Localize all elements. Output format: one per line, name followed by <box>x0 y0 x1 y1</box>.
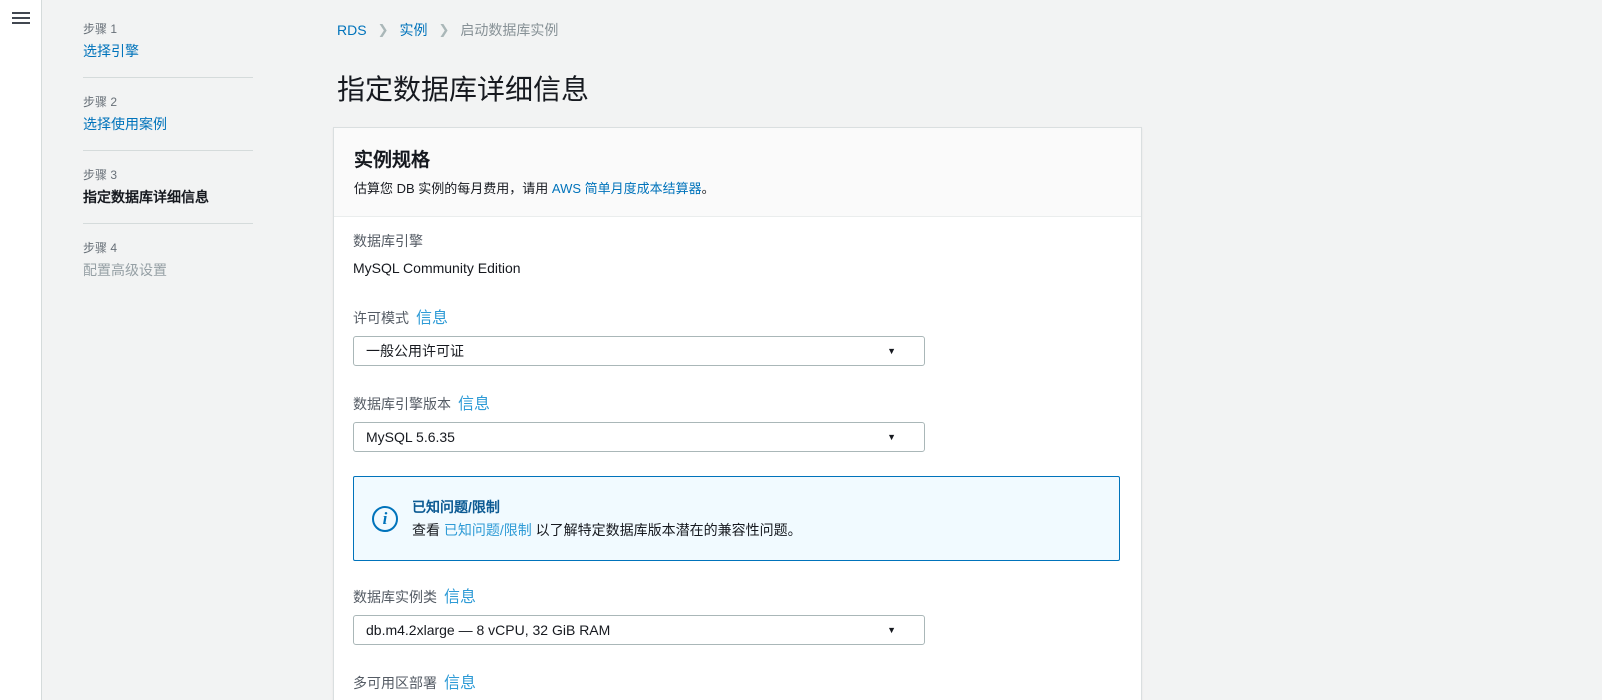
info-circle-icon: i <box>372 506 398 532</box>
breadcrumb-current: 启动数据库实例 <box>460 20 558 40</box>
chevron-right-icon: ❯ <box>378 22 389 38</box>
license-model-selected-value: 一般公用许可证 <box>366 341 464 361</box>
dropdown-arrow-icon: ▼ <box>887 346 896 356</box>
instance-class-selected-value: db.m4.2xlarge — 8 vCPU, 32 GiB RAM <box>366 622 610 638</box>
alert-text-post: 以了解特定数据库版本潜在的兼容性问题。 <box>532 522 802 538</box>
step-number-label: 步骤 4 <box>83 241 333 256</box>
breadcrumb-rds[interactable]: RDS <box>337 22 367 38</box>
dropdown-arrow-icon: ▼ <box>887 432 896 442</box>
field-multi-az: 多可用区部署 信息 在其他区域创建副本 在不同的可用区 (AZ) 中创建一个副本… <box>353 669 1122 700</box>
db-engine-value: MySQL Community Edition <box>353 258 1122 278</box>
db-engine-label: 数据库引擎 <box>353 231 423 251</box>
wizard-steps-sidebar: 步骤 1 选择引擎 步骤 2 选择使用案例 步骤 3 指定数据库详细信息 步骤 … <box>42 0 333 700</box>
breadcrumb-instances[interactable]: 实例 <box>399 20 427 40</box>
alert-text: 查看 已知问题/限制 以了解特定数据库版本潜在的兼容性问题。 <box>412 520 802 540</box>
engine-version-info-link[interactable]: 信息 <box>458 390 490 414</box>
dropdown-arrow-icon: ▼ <box>887 625 896 635</box>
license-model-select[interactable]: 一般公用许可证 ▼ <box>353 336 925 366</box>
field-db-engine: 数据库引擎 MySQL Community Edition <box>353 231 1122 278</box>
cost-calculator-link[interactable]: AWS 简单月度成本结算器 <box>552 181 702 196</box>
left-rail <box>0 0 42 700</box>
engine-version-selected-value: MySQL 5.6.35 <box>366 429 455 445</box>
wizard-step-4: 步骤 4 配置高级设置 <box>83 241 333 279</box>
engine-version-label: 数据库引擎版本 <box>353 394 451 414</box>
wizard-step-2: 步骤 2 选择使用案例 <box>83 95 333 133</box>
alert-text-pre: 查看 <box>412 522 444 538</box>
subtitle-text: 估算您 DB 实例的每月费用，请用 <box>354 181 552 196</box>
known-issues-alert: i 已知问题/限制 查看 已知问题/限制 以了解特定数据库版本潜在的兼容性问题。 <box>353 476 1120 561</box>
field-instance-class: 数据库实例类 信息 db.m4.2xlarge — 8 vCPU, 32 GiB… <box>353 583 1122 645</box>
hamburger-menu-icon[interactable] <box>12 12 30 24</box>
step-number-label: 步骤 1 <box>83 22 333 37</box>
multi-az-info-link[interactable]: 信息 <box>444 669 476 693</box>
instance-class-select[interactable]: db.m4.2xlarge — 8 vCPU, 32 GiB RAM ▼ <box>353 615 925 645</box>
card-title: 实例规格 <box>354 149 1121 172</box>
instance-class-label: 数据库实例类 <box>353 587 437 607</box>
license-info-link[interactable]: 信息 <box>416 304 448 328</box>
sidebar-item-advanced-settings: 配置高级设置 <box>83 261 333 279</box>
sidebar-item-choose-use-case[interactable]: 选择使用案例 <box>83 115 333 133</box>
card-header: 实例规格 估算您 DB 实例的每月费用，请用 AWS 简单月度成本结算器。 <box>334 128 1141 217</box>
field-license-model: 许可模式 信息 一般公用许可证 ▼ <box>353 304 1122 366</box>
step-divider <box>83 223 253 224</box>
subtitle-text: 。 <box>702 181 715 196</box>
step-number-label: 步骤 3 <box>83 168 333 183</box>
page-title: 指定数据库详细信息 <box>337 73 1602 107</box>
license-model-label: 许可模式 <box>353 308 409 328</box>
field-engine-version: 数据库引擎版本 信息 MySQL 5.6.35 ▼ <box>353 390 1122 452</box>
sidebar-item-choose-engine[interactable]: 选择引擎 <box>83 42 333 60</box>
sidebar-item-specify-db-details: 指定数据库详细信息 <box>83 188 333 206</box>
instance-spec-card: 实例规格 估算您 DB 实例的每月费用，请用 AWS 简单月度成本结算器。 数据… <box>333 127 1142 700</box>
card-body: 数据库引擎 MySQL Community Edition 许可模式 信息 一般… <box>334 217 1141 700</box>
wizard-step-1: 步骤 1 选择引擎 <box>83 22 333 60</box>
multi-az-label: 多可用区部署 <box>353 673 437 693</box>
breadcrumb: RDS ❯ 实例 ❯ 启动数据库实例 <box>337 20 1602 40</box>
card-subtitle: 估算您 DB 实例的每月费用，请用 AWS 简单月度成本结算器。 <box>354 180 1121 197</box>
alert-title: 已知问题/限制 <box>412 497 802 517</box>
instance-class-info-link[interactable]: 信息 <box>444 583 476 607</box>
engine-version-select[interactable]: MySQL 5.6.35 ▼ <box>353 422 925 452</box>
chevron-right-icon: ❯ <box>438 22 449 38</box>
alert-content: 已知问题/限制 查看 已知问题/限制 以了解特定数据库版本潜在的兼容性问题。 <box>412 497 802 540</box>
step-divider <box>83 150 253 151</box>
main-content: RDS ❯ 实例 ❯ 启动数据库实例 指定数据库详细信息 实例规格 估算您 DB… <box>333 0 1602 700</box>
wizard-step-3: 步骤 3 指定数据库详细信息 <box>83 168 333 206</box>
step-divider <box>83 77 253 78</box>
step-number-label: 步骤 2 <box>83 95 333 110</box>
known-issues-link[interactable]: 已知问题/限制 <box>444 522 532 538</box>
